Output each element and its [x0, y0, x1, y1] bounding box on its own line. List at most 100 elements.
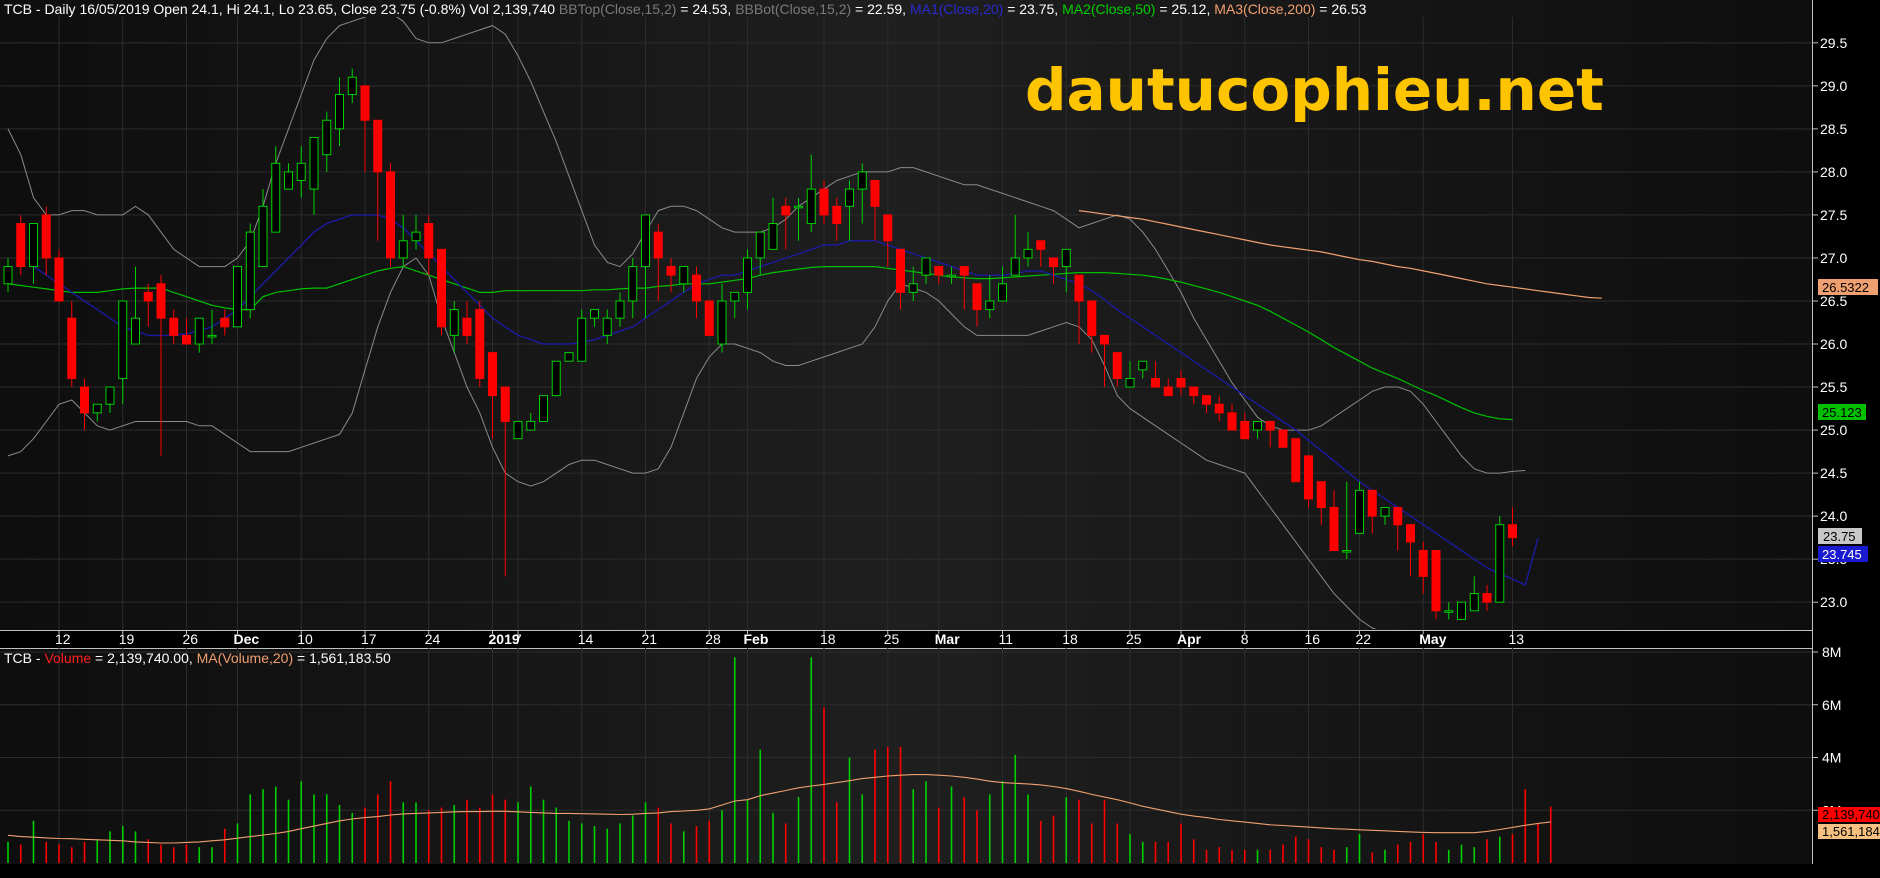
candle-body-down	[1214, 403, 1224, 414]
candle-body-up	[921, 257, 931, 276]
candle-body-up	[1253, 420, 1262, 431]
x-tick-label: 18	[1062, 631, 1078, 647]
ma1-value: = 23.75,	[1003, 1, 1062, 17]
x-tick-label: 11	[999, 631, 1014, 647]
candle-body-down	[424, 223, 434, 259]
candle-body-down	[883, 214, 893, 242]
volume-y-tick-label: 6M	[1822, 697, 1841, 713]
candle-body-up	[768, 223, 778, 250]
price-header: TCB - Daily 16/05/2019 Open 24.1, Hi 24.…	[4, 1, 1367, 17]
ma3-value: = 26.53	[1315, 1, 1366, 17]
candle-body-up	[245, 231, 255, 311]
candle-body-down	[1074, 274, 1084, 302]
candle-body-up	[105, 386, 115, 405]
price-y-tick-label: 29.5	[1820, 35, 1847, 51]
candle-body-up	[118, 300, 128, 379]
candle-body-up	[1495, 524, 1505, 603]
volume-header-symbol: TCB	[4, 650, 32, 666]
candle-body-down	[704, 300, 714, 336]
candle-body-down	[934, 266, 944, 276]
candle-body-down	[475, 309, 485, 379]
bbbot-name: BBBot(Close,15,2)	[735, 1, 851, 17]
candle-body-up	[1355, 489, 1364, 534]
candle-body-up	[998, 283, 1007, 302]
candle-body-up	[730, 291, 740, 302]
x-tick-label: 18	[820, 631, 836, 647]
candle-body-down	[1291, 438, 1301, 483]
candle-body-up	[985, 300, 995, 311]
x-tick-label: 12	[55, 631, 71, 647]
candle-body-down	[1202, 395, 1211, 405]
candle-body-up	[309, 136, 319, 190]
candle-body-down	[1189, 386, 1199, 397]
candle-body-down	[1316, 481, 1326, 509]
candle-body-up	[628, 266, 638, 302]
price-y-tick-label: 27.0	[1820, 250, 1847, 266]
candle-body-up	[271, 162, 281, 233]
candle-body-up	[92, 403, 102, 414]
candle-body-down	[1482, 593, 1492, 603]
candle-body-up	[258, 205, 268, 268]
volume-y-tick-label: 8M	[1822, 644, 1841, 660]
price-y-tick-label: 25.5	[1820, 379, 1847, 395]
price-y-tick-label: 25.0	[1820, 422, 1847, 438]
candle-body-up	[602, 317, 612, 336]
candle-body-down	[1112, 352, 1122, 379]
candle-body-up	[1023, 248, 1033, 259]
candle-body-down	[1036, 240, 1046, 250]
candle-body-down	[959, 266, 969, 276]
ma1-tag: 23.745	[1822, 547, 1862, 562]
candle-body-up	[743, 257, 752, 293]
x-tick-label: 26	[183, 631, 199, 647]
price-y-tick-label: 26.5	[1820, 293, 1847, 309]
candle-body-up	[857, 171, 867, 190]
candle-body-down	[1508, 524, 1517, 539]
candle-body-down	[1329, 507, 1339, 552]
candle-body-down	[1278, 429, 1288, 448]
candle-body-down	[1418, 550, 1428, 577]
candle-body-up	[1342, 550, 1352, 553]
candle-body-up	[755, 231, 765, 259]
stock-chart: dautucophieu.net 29.5 29.0 28.5 28.0 27.5 27.…	[0, 0, 1880, 864]
candle-body-down	[1087, 300, 1097, 336]
x-tick-label: Apr	[1177, 631, 1202, 647]
candle-body-up	[1138, 360, 1148, 371]
candle-body-down	[182, 334, 191, 345]
volume-name: Volume	[44, 650, 91, 666]
price-y-tick-label: 24.5	[1820, 465, 1847, 481]
candle-body-down	[1176, 377, 1186, 388]
candle-body-up	[296, 162, 306, 182]
candle-body-up	[3, 266, 13, 285]
candle-body-down	[54, 257, 64, 302]
price-y-tick-label: 24.0	[1820, 508, 1847, 524]
candle-body-down	[1367, 489, 1377, 517]
candle-body-up	[322, 119, 332, 156]
volume-header-sep: -	[32, 650, 44, 666]
x-tick-label: 28	[705, 631, 721, 647]
candle-body-up	[398, 240, 408, 259]
price-y-tick-label: 23.0	[1820, 594, 1847, 610]
candle-body-up	[194, 317, 204, 345]
candle-body-down	[437, 248, 446, 328]
candle-body-down	[41, 214, 51, 259]
candle-body-up	[1444, 610, 1454, 613]
candle-body-up	[590, 309, 599, 319]
watermark-text: dautucophieu.net	[1025, 56, 1604, 124]
bbtop-name: BBTop(Close,15,2)	[559, 1, 677, 17]
x-tick-label: 25	[1126, 631, 1142, 647]
x-tick-label: 14	[578, 631, 594, 647]
volume-ma-value: = 1,561,183.50	[293, 650, 391, 666]
x-tick-label: 24	[425, 631, 441, 647]
candle-body-up	[845, 188, 854, 207]
candle-body-up	[131, 317, 140, 345]
x-tick-label: Dec	[234, 631, 260, 647]
candle-body-up	[947, 274, 956, 278]
x-tick-label: Feb	[744, 631, 769, 647]
candle-body-down	[1265, 420, 1275, 431]
candle-body-down	[1393, 507, 1403, 526]
price-y-tick-label: 29.0	[1820, 78, 1847, 94]
candle-body-down	[360, 85, 370, 121]
price-y-tick-label: 26.0	[1820, 336, 1847, 352]
candle-body-up	[1010, 257, 1020, 276]
candle-body-down	[462, 317, 472, 336]
